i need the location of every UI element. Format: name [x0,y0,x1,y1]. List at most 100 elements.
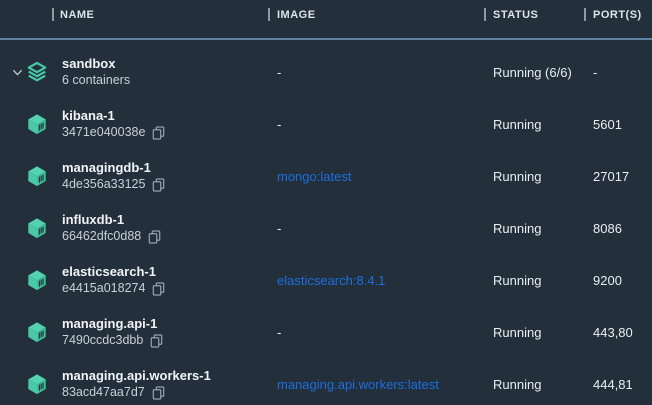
column-header-name: NAME [0,0,277,38]
row-ports: 27017 [593,169,629,184]
row-name-cell: elasticsearch-1 e4415a018274 [62,254,277,306]
row-subline: 4de356a33125 [62,176,277,193]
row-name-cell: kibana-1 3471e040038e [62,98,277,150]
row-status: Running [493,117,541,132]
table-row[interactable]: managing.api.workers-1 83acd47aa7d7 mana… [0,358,652,405]
row-name: elasticsearch-1 [62,263,277,280]
row-ports-cell: 9200 [593,254,652,306]
row-sub: e4415a018274 [62,280,145,297]
row-status-cell: Running (6/6) [493,46,593,98]
chevron-down-icon[interactable] [11,66,24,79]
row-status-cell: Running [493,98,593,150]
row-status: Running [493,377,541,392]
column-resize-handle[interactable] [52,8,54,21]
container-cube-icon [26,113,48,135]
row-ports: 444,81 [593,377,633,392]
column-resize-handle[interactable] [484,8,486,21]
column-header-name-label: NAME [60,9,94,21]
row-image: - [277,117,281,132]
row-icon-cell [0,202,62,254]
column-resize-handle[interactable] [584,8,586,21]
row-image-cell: managing.api.workers:latest [277,358,493,405]
row-icon-cell [0,46,62,98]
row-sub: 3471e040038e [62,124,145,141]
row-icon-cell [0,358,62,405]
row-icon-cell [0,306,62,358]
row-status: Running [493,273,541,288]
copy-icon[interactable] [150,334,163,348]
column-header-status: STATUS [493,0,593,38]
row-subline: 7490ccdc3dbb [62,332,277,349]
column-header-ports: PORT(S) [593,0,652,38]
row-ports-cell: - [593,46,652,98]
copy-icon[interactable] [152,282,165,296]
column-header-image-label: IMAGE [277,9,316,21]
container-cube-icon [26,217,48,239]
row-image-cell: - [277,306,493,358]
row-sub: 66462dfc0d88 [62,228,141,245]
row-subline: 3471e040038e [62,124,277,141]
row-subline: 6 containers [62,72,277,89]
row-name-cell: influxdb-1 66462dfc0d88 [62,202,277,254]
row-image[interactable]: mongo:latest [277,169,351,184]
row-status-cell: Running [493,150,593,202]
row-sub: 4de356a33125 [62,176,145,193]
table-row[interactable]: kibana-1 3471e040038e - Running 5601 [0,98,652,150]
row-name-cell: managingdb-1 4de356a33125 [62,150,277,202]
container-cube-icon [26,373,48,395]
containers-table: NAME IMAGE STATUS PORT(S) [0,0,652,405]
table-body: sandbox 6 containers - Running (6/6) - [0,40,652,405]
row-status-cell: Running [493,202,593,254]
row-name: managing.api.workers-1 [62,367,277,384]
copy-icon[interactable] [148,230,161,244]
row-image: - [277,65,281,80]
table-header: NAME IMAGE STATUS PORT(S) [0,0,652,40]
row-image: - [277,325,281,340]
column-resize-handle[interactable] [268,8,270,21]
row-ports: 9200 [593,273,622,288]
row-name: kibana-1 [62,107,277,124]
row-ports: 5601 [593,117,622,132]
row-subline: e4415a018274 [62,280,277,297]
row-image: - [277,221,281,236]
row-icon-cell [0,98,62,150]
row-ports: 8086 [593,221,622,236]
table-row[interactable]: elasticsearch-1 e4415a018274 elasticsear… [0,254,652,306]
row-status: Running [493,169,541,184]
row-status-cell: Running [493,358,593,405]
row-image-cell: - [277,202,493,254]
column-header-status-label: STATUS [493,9,538,21]
table-row[interactable]: managingdb-1 4de356a33125 mongo:latest R… [0,150,652,202]
row-status: Running (6/6) [493,65,572,80]
row-subline: 66462dfc0d88 [62,228,277,245]
row-sub: 83acd47aa7d7 [62,384,145,401]
container-cube-icon [26,165,48,187]
container-cube-icon [26,321,48,343]
table-row[interactable]: managing.api-1 7490ccdc3dbb - Running 44… [0,306,652,358]
row-image[interactable]: managing.api.workers:latest [277,377,439,392]
table-row[interactable]: influxdb-1 66462dfc0d88 - Running 8086 [0,202,652,254]
row-status-cell: Running [493,254,593,306]
row-icon-cell [0,254,62,306]
column-header-ports-label: PORT(S) [593,9,642,21]
row-status: Running [493,325,541,340]
row-name: sandbox [62,55,277,72]
copy-icon[interactable] [152,386,165,400]
row-ports-cell: 27017 [593,150,652,202]
layers-icon [26,61,48,83]
row-name: influxdb-1 [62,211,277,228]
copy-icon[interactable] [152,178,165,192]
row-image[interactable]: elasticsearch:8.4.1 [277,273,385,288]
table-row[interactable]: sandbox 6 containers - Running (6/6) - [0,46,652,98]
copy-icon[interactable] [152,126,165,140]
row-image-cell: mongo:latest [277,150,493,202]
row-image-cell: elasticsearch:8.4.1 [277,254,493,306]
row-name: managingdb-1 [62,159,277,176]
row-ports-cell: 443,80 [593,306,652,358]
row-name-cell: managing.api.workers-1 83acd47aa7d7 [62,358,277,405]
row-image-cell: - [277,98,493,150]
container-cube-icon [26,269,48,291]
row-subline: 83acd47aa7d7 [62,384,277,401]
row-name-cell: sandbox 6 containers [62,46,277,98]
row-ports: - [593,65,597,80]
